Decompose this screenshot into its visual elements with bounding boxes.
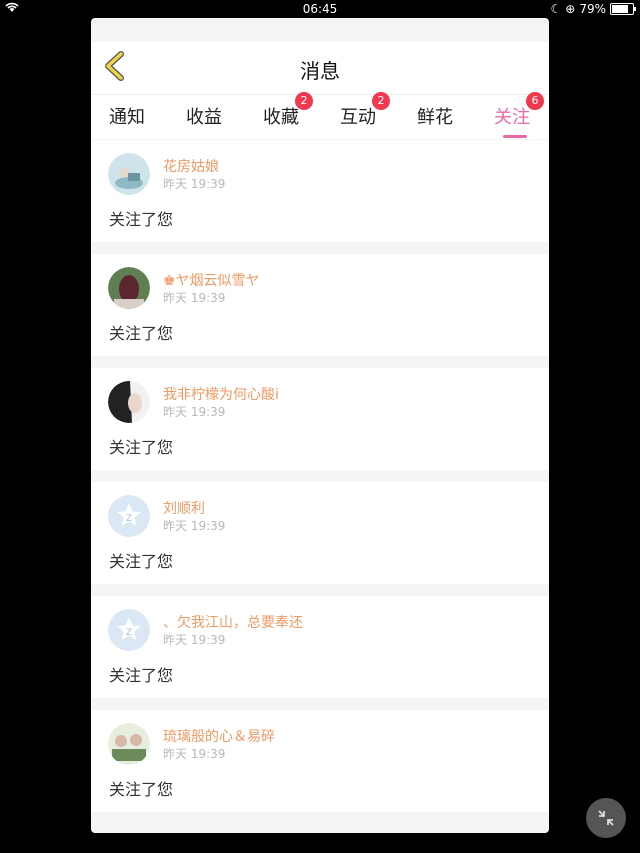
user-name[interactable]: ♚ヤ烟云似雪ヤ bbox=[163, 270, 260, 290]
tab-badge: 6 bbox=[526, 92, 544, 110]
avatar[interactable] bbox=[108, 267, 150, 309]
header: 消息 bbox=[91, 42, 549, 94]
follow-time: 昨天 19:39 bbox=[163, 747, 226, 761]
default-avatar-icon[interactable]: Z bbox=[108, 495, 150, 537]
follow-time: 昨天 19:39 bbox=[163, 633, 226, 647]
battery-percent: 79% bbox=[579, 2, 606, 16]
user-name[interactable]: 花房姑娘 bbox=[163, 156, 219, 176]
page-title: 消息 bbox=[300, 59, 340, 83]
avatar[interactable] bbox=[108, 153, 150, 195]
follow-message: 关注了您 bbox=[109, 666, 174, 685]
status-bar: 06:45 ☾ ⊕ 79% bbox=[0, 0, 640, 18]
list-item: ♚ヤ烟云似雪ヤ 昨天 19:39 关注了您 bbox=[91, 254, 549, 356]
tab-follows[interactable]: 关注 6 bbox=[494, 92, 544, 138]
follow-time: 昨天 19:39 bbox=[163, 519, 226, 533]
follow-message: 关注了您 bbox=[109, 210, 174, 229]
orientation-lock-icon: ⊕ bbox=[565, 2, 576, 16]
follow-message: 关注了您 bbox=[109, 552, 174, 571]
tab-badge: 2 bbox=[295, 92, 313, 110]
list-item: Z 刘顺利 昨天 19:39 关注了您 bbox=[91, 482, 549, 584]
tab-badge: 2 bbox=[372, 92, 390, 110]
moon-icon: ☾ bbox=[550, 2, 562, 16]
svg-text:Z: Z bbox=[126, 628, 132, 638]
list-item: Z 、欠我江山，总要奉还 昨天 19:39 关注了您 bbox=[91, 596, 549, 698]
active-tab-underline bbox=[503, 135, 527, 138]
app-window: 消息 通知 收益 收藏 2 互动 2 鲜花 关注 6 花房姑娘 昨天 19:39 关注… bbox=[91, 18, 549, 833]
user-name[interactable]: 、欠我江山，总要奉还 bbox=[163, 612, 303, 632]
tab-interactions[interactable]: 互动 2 bbox=[340, 92, 390, 129]
avatar[interactable] bbox=[108, 381, 150, 423]
follow-time: 昨天 19:39 bbox=[163, 405, 226, 419]
tab-notifications[interactable]: 通知 bbox=[109, 103, 145, 129]
follow-list: 花房姑娘 昨天 19:39 关注了您 ♚ヤ烟云似雪ヤ 昨天 19:39 关注了您… bbox=[91, 140, 549, 824]
tab-bar: 通知 收益 收藏 2 互动 2 鲜花 关注 6 bbox=[91, 92, 549, 139]
follow-time: 昨天 19:39 bbox=[163, 291, 226, 305]
tab-flowers[interactable]: 鲜花 bbox=[417, 103, 453, 129]
collapse-icon[interactable] bbox=[586, 798, 626, 838]
user-name[interactable]: 琉璃般的心＆易碎 bbox=[163, 726, 275, 746]
tab-favorites[interactable]: 收藏 2 bbox=[263, 92, 313, 129]
svg-text:Z: Z bbox=[126, 514, 132, 524]
battery-icon bbox=[610, 3, 636, 15]
user-name[interactable]: 刘顺利 bbox=[163, 498, 205, 518]
list-item: 琉璃般的心＆易碎 昨天 19:39 关注了您 bbox=[91, 710, 549, 812]
user-name[interactable]: 我非柠檬为何心酸i bbox=[163, 384, 279, 404]
avatar[interactable] bbox=[108, 723, 150, 765]
list-item: 花房姑娘 昨天 19:39 关注了您 bbox=[91, 140, 549, 242]
follow-message: 关注了您 bbox=[109, 780, 174, 799]
follow-time: 昨天 19:39 bbox=[163, 177, 226, 191]
tab-earnings[interactable]: 收益 bbox=[186, 103, 222, 129]
list-item: 我非柠檬为何心酸i 昨天 19:39 关注了您 bbox=[91, 368, 549, 470]
follow-message: 关注了您 bbox=[109, 324, 174, 343]
follow-message: 关注了您 bbox=[109, 438, 174, 457]
status-time: 06:45 bbox=[302, 2, 338, 16]
default-avatar-icon[interactable]: Z bbox=[108, 609, 150, 651]
